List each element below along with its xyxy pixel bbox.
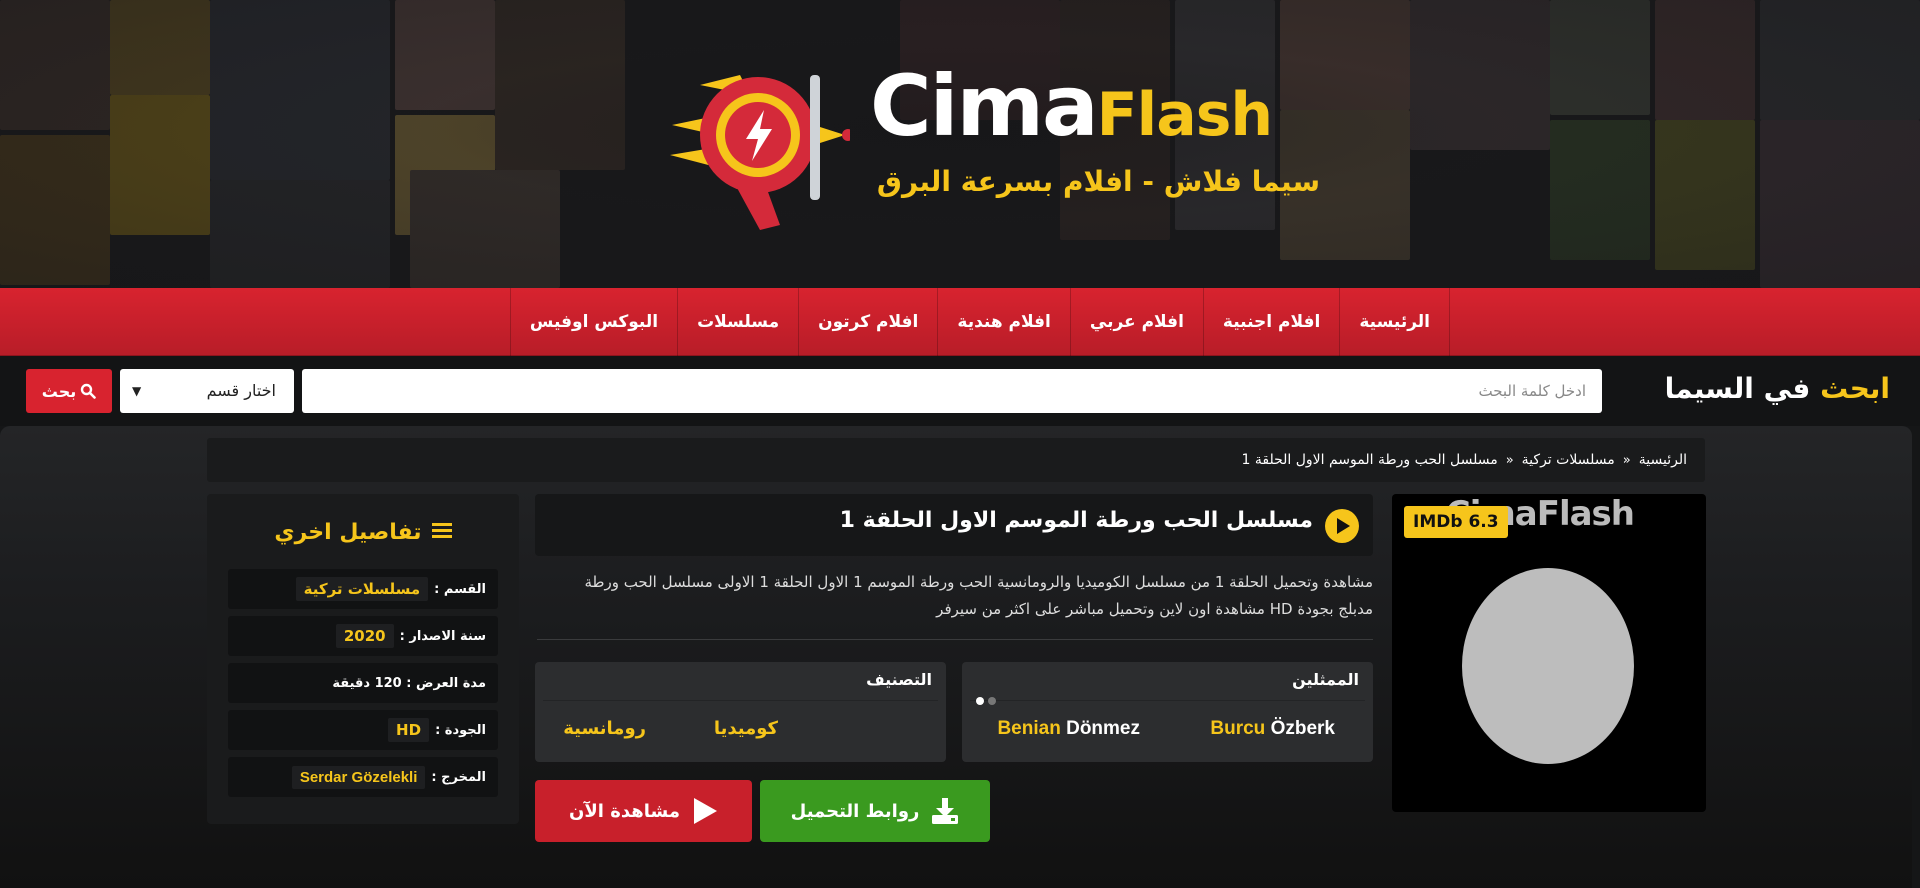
details-sidebar: تفاصيل اخري القسم : مسلسلات تركية سنة ال… bbox=[207, 494, 519, 824]
carousel-dot[interactable] bbox=[976, 697, 984, 705]
genre-tag[interactable]: كوميديا bbox=[714, 718, 778, 739]
poster-image bbox=[1462, 568, 1634, 764]
detail-label: المخرج : bbox=[431, 769, 486, 785]
detail-value-link[interactable]: مسلسلات تركية bbox=[295, 577, 429, 601]
detail-row-quality: الجودة : HD bbox=[228, 710, 498, 750]
actor-link[interactable]: Burcu Özberk bbox=[1210, 718, 1335, 740]
watch-now-button[interactable]: مشاهدة الآن bbox=[535, 780, 752, 842]
actors-carousel-dots[interactable] bbox=[976, 690, 1000, 709]
nav-item-home[interactable]: الرئيسية bbox=[1339, 288, 1450, 356]
episode-title-box: مسلسل الحب ورطة الموسم الاول الحلقة 1 bbox=[535, 494, 1373, 556]
main-nav: الرئيسية افلام اجنبية افلام عربي افلام ه… bbox=[0, 288, 1920, 356]
genres-heading: التصنيف bbox=[866, 670, 932, 689]
episode-description: مشاهدة وتحميل الحلقة 1 من مسلسل الكوميدي… bbox=[584, 573, 1373, 618]
category-select[interactable]: اختار قسم ▼ bbox=[120, 369, 294, 413]
breadcrumb: الرئيسية « مسلسلات تركية « مسلسل الحب ور… bbox=[207, 438, 1705, 482]
breadcrumb-current: مسلسل الحب ورطة الموسم الاول الحلقة 1 bbox=[1241, 452, 1498, 468]
breadcrumb-category[interactable]: مسلسلات تركية bbox=[1522, 452, 1615, 468]
detail-value-link[interactable]: HD bbox=[388, 718, 430, 742]
site-logo[interactable]: CimaFlash سيما فلاش - افلام بسرعة البرق bbox=[670, 55, 1330, 245]
details-heading-text: تفاصيل اخري bbox=[274, 520, 422, 545]
actor-last-name: Özberk bbox=[1270, 718, 1335, 739]
flash-blaster-icon bbox=[670, 75, 850, 230]
series-poster[interactable]: CimaFlash IMDb 6.3 bbox=[1392, 494, 1706, 812]
detail-label: سنة الاصدار : bbox=[399, 628, 486, 644]
search-button[interactable]: بحث bbox=[26, 369, 112, 413]
actors-box: الممثلين Burcu Özberk Benian Dönmez bbox=[962, 662, 1373, 762]
logo-flash-text: Flash bbox=[1096, 80, 1273, 150]
detail-value-link[interactable]: 2020 bbox=[335, 624, 394, 648]
nav-item-arabic-movies[interactable]: افلام عربي bbox=[1069, 288, 1203, 356]
search-input[interactable] bbox=[302, 369, 1602, 413]
actor-last-name: Dönmez bbox=[1066, 718, 1140, 739]
actor-link[interactable]: Benian Dönmez bbox=[997, 718, 1140, 740]
play-icon bbox=[693, 798, 717, 824]
breadcrumb-home[interactable]: الرئيسية bbox=[1639, 452, 1687, 468]
carousel-dot[interactable] bbox=[988, 697, 996, 705]
details-heading: تفاصيل اخري bbox=[207, 520, 519, 545]
page-title: مسلسل الحب ورطة الموسم الاول الحلقة 1 bbox=[839, 508, 1313, 533]
download-button-label: روابط التحميل bbox=[790, 800, 920, 822]
divider bbox=[537, 639, 1373, 640]
download-links-button[interactable]: روابط التحميل bbox=[760, 780, 990, 842]
actors-heading: الممثلين bbox=[1292, 670, 1359, 689]
play-circle-icon bbox=[1325, 509, 1359, 543]
logo-wordmark: CimaFlash bbox=[870, 57, 1273, 157]
detail-value-link[interactable]: Serdar Gözelekli bbox=[291, 765, 426, 789]
nav-item-cartoon-movies[interactable]: افلام كرتون bbox=[798, 288, 937, 356]
detail-text: مدة العرض : 120 دقيقة bbox=[332, 675, 486, 691]
genre-tag[interactable]: رومانسية bbox=[563, 718, 646, 739]
nav-item-indian-movies[interactable]: افلام هندية bbox=[937, 288, 1069, 356]
nav-item-series[interactable]: مسلسلات bbox=[677, 288, 798, 356]
download-icon bbox=[932, 798, 959, 824]
search-icon bbox=[81, 383, 97, 399]
detail-label: القسم : bbox=[434, 581, 486, 597]
menu-icon bbox=[431, 523, 452, 539]
search-title: ابحث في السيما bbox=[1665, 372, 1890, 405]
breadcrumb-separator: « bbox=[1622, 452, 1631, 468]
search-bar: ابحث في السيما اختار قسم ▼ بحث bbox=[0, 356, 1920, 426]
detail-label: الجودة : bbox=[435, 722, 486, 738]
nav-item-box-office[interactable]: البوكس اوفيس bbox=[509, 288, 677, 356]
detail-row-year: سنة الاصدار : 2020 bbox=[228, 616, 498, 656]
hero-banner: CimaFlash سيما فلاش - افلام بسرعة البرق bbox=[0, 0, 1920, 288]
category-select-value: اختار قسم bbox=[206, 381, 276, 400]
genres-box: التصنيف كوميديا رومانسية bbox=[535, 662, 946, 762]
detail-row-duration: مدة العرض : 120 دقيقة bbox=[228, 663, 498, 703]
chevron-down-icon: ▼ bbox=[132, 384, 142, 398]
search-button-label: بحث bbox=[41, 381, 77, 401]
detail-row-director: المخرج : Serdar Gözelekli bbox=[228, 757, 498, 797]
logo-tagline: سيما فلاش - افلام بسرعة البرق bbox=[876, 165, 1320, 198]
actor-first-name: Burcu bbox=[1210, 718, 1266, 739]
search-title-accent: ابحث bbox=[1820, 372, 1890, 405]
detail-row-section: القسم : مسلسلات تركية bbox=[228, 569, 498, 609]
imdb-rating-badge: IMDb 6.3 bbox=[1404, 506, 1508, 538]
logo-cima-text: Cima bbox=[870, 57, 1099, 155]
breadcrumb-separator: « bbox=[1505, 452, 1514, 468]
search-title-rest: في السيما bbox=[1664, 372, 1821, 405]
nav-item-foreign-movies[interactable]: افلام اجنبية bbox=[1202, 288, 1339, 356]
content-panel: الرئيسية « مسلسلات تركية « مسلسل الحب ور… bbox=[0, 426, 1912, 888]
actor-first-name: Benian bbox=[997, 718, 1061, 739]
watch-button-label: مشاهدة الآن bbox=[569, 800, 680, 822]
